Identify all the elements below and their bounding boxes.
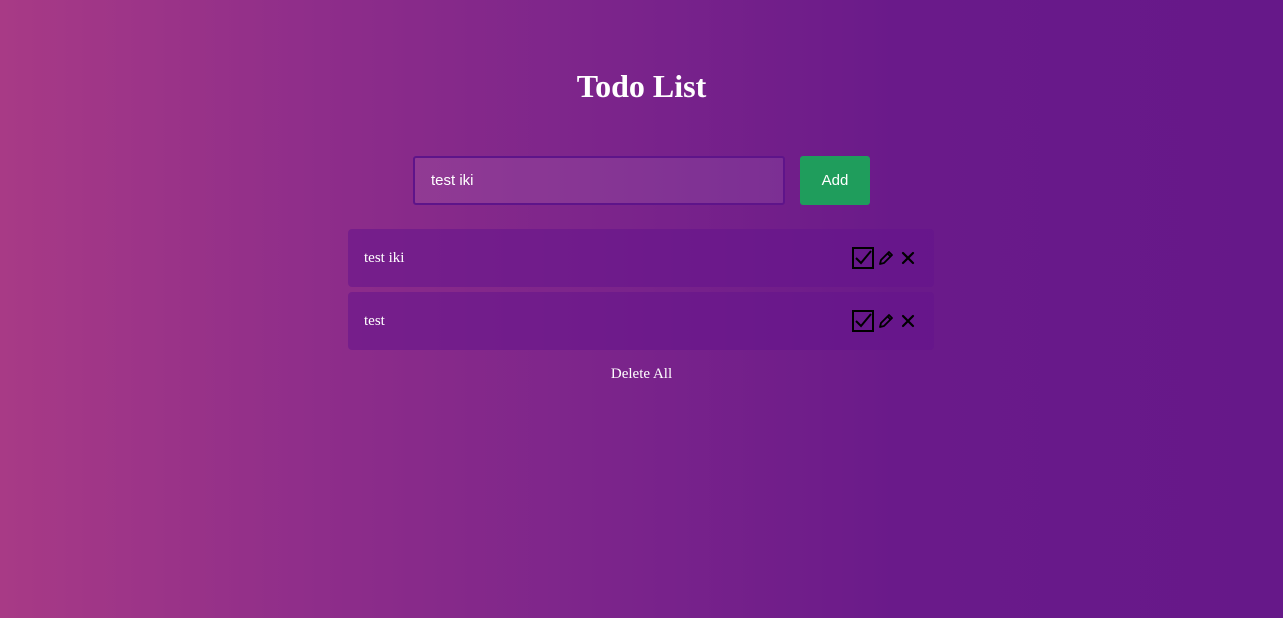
checkbox-checked-icon[interactable] [852, 247, 874, 269]
todo-input[interactable] [413, 156, 785, 205]
todo-form: Add [413, 156, 870, 205]
page-title: Todo List [576, 68, 707, 104]
delete-all-button[interactable]: Delete All [0, 364, 1283, 384]
pencil-icon[interactable] [878, 250, 894, 266]
todo-list: test iki test [348, 229, 934, 355]
todo-text: test [364, 313, 385, 329]
todo-item: test [348, 292, 934, 350]
pencil-icon[interactable] [878, 313, 894, 329]
todo-text: test iki [364, 250, 405, 266]
todo-actions [852, 309, 916, 333]
close-icon[interactable] [900, 250, 916, 266]
checkbox-checked-icon[interactable] [852, 310, 874, 332]
todo-actions [852, 246, 916, 270]
close-icon[interactable] [900, 313, 916, 329]
todo-item: test iki [348, 229, 934, 287]
add-button[interactable]: Add [800, 156, 870, 205]
